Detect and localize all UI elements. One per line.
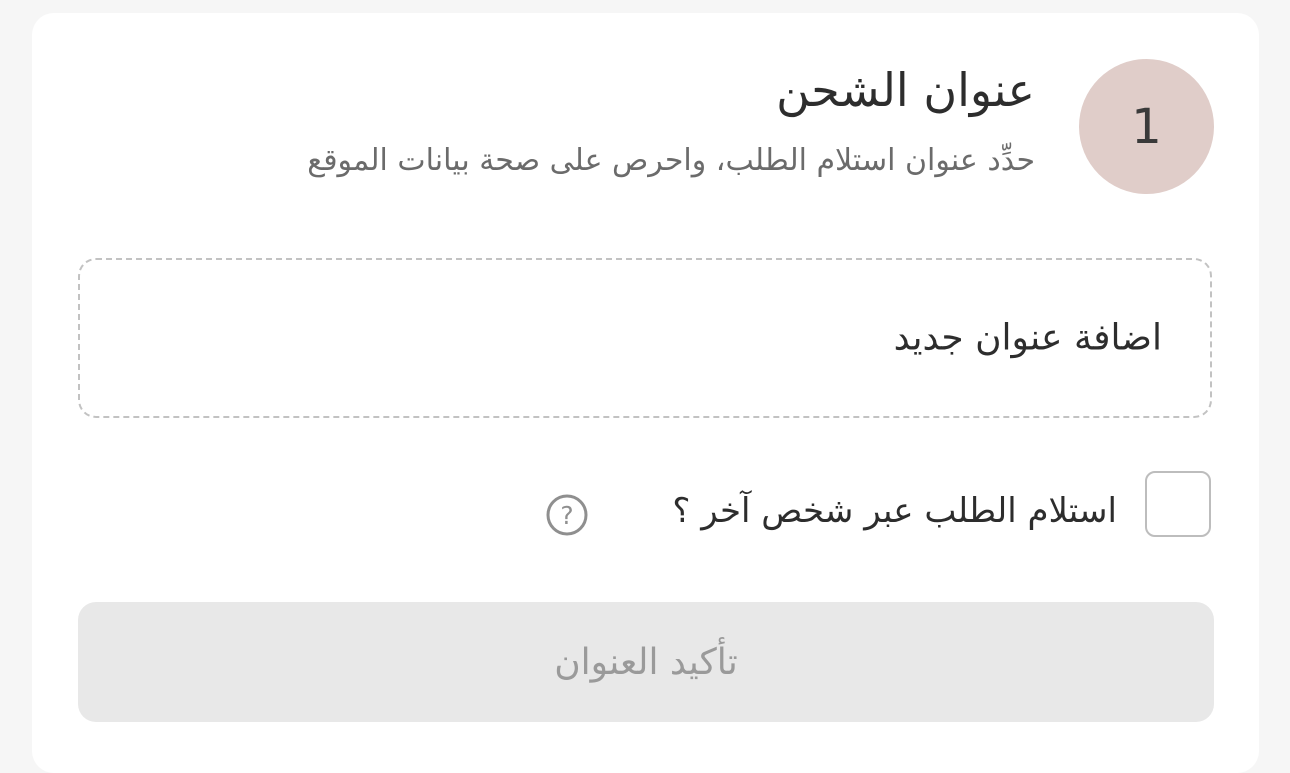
confirm-address-button[interactable]: تأكيد العنوان (78, 602, 1214, 722)
add-new-address-button[interactable]: اضافة عنوان جديد (78, 258, 1212, 418)
section-title: عنوان الشحن (776, 63, 1035, 117)
receive-by-other-label: استلام الطلب عبر شخص آخر ؟ (672, 491, 1117, 531)
svg-text:?: ? (560, 501, 573, 530)
step-number: 1 (1131, 98, 1162, 155)
add-new-address-label: اضافة عنوان جديد (893, 317, 1162, 359)
receive-by-other-checkbox[interactable] (1145, 471, 1211, 537)
section-subtitle: حدِّد عنوان استلام الطلب، واحرص على صحة … (307, 143, 1035, 178)
step-number-badge: 1 (1079, 59, 1214, 194)
question-circle-icon[interactable]: ? (545, 493, 589, 537)
shipping-address-card: 1 عنوان الشحن حدِّد عنوان استلام الطلب، … (32, 13, 1259, 773)
